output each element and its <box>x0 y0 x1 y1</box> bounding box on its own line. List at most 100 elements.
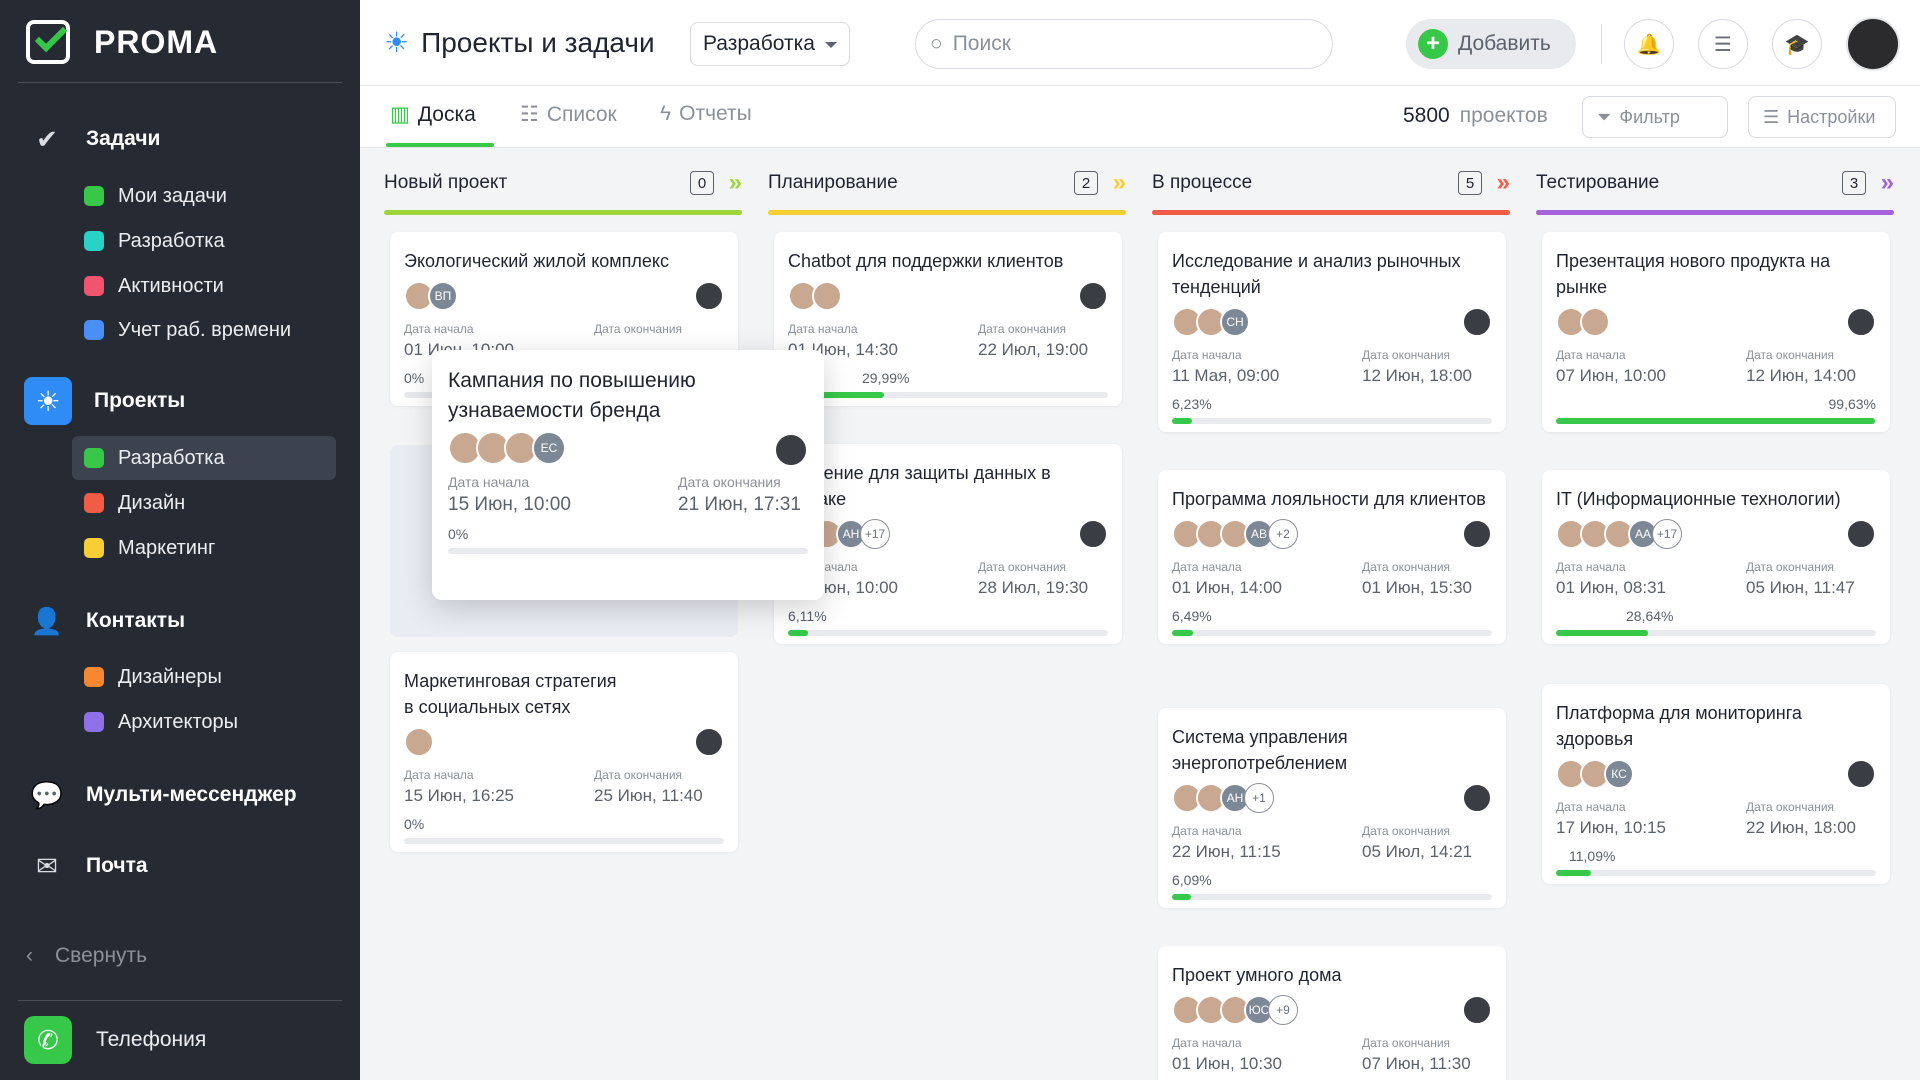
more-assignees-badge: +2 <box>1268 519 1298 549</box>
project-card[interactable]: Система управления энергопотреблением АН +… <box>1158 708 1506 908</box>
start-date-value: 15 Июн, 10:00 <box>448 494 571 515</box>
project-card[interactable]: Исследование и анализ рыночных тенденций… <box>1158 232 1506 432</box>
card-title: Система управления энергопотреблением <box>1172 727 1348 773</box>
card-assignees: КС <box>1556 758 1876 790</box>
card-progress: 6,09% <box>1172 870 1492 908</box>
start-date-label: Дата начала <box>1172 824 1242 838</box>
card-progress: 6,11% <box>788 606 1108 644</box>
more-assignees-badge: +9 <box>1268 995 1298 1025</box>
bell-icon[interactable]: 🔔 <box>1624 19 1674 69</box>
settings-button[interactable]: ☰ Настройки <box>1748 96 1896 138</box>
bulb-icon: ☀ <box>24 377 72 425</box>
card-assignees <box>1556 306 1876 338</box>
project-card[interactable]: Проект умного дома ЮС +9 Дата начала 01 Июн,… <box>1158 946 1506 1080</box>
project-card[interactable]: IT (Информационные технологии) АА +17 Дата … <box>1542 470 1890 644</box>
owner-avatar <box>1846 307 1876 337</box>
end-date-value: 01 Июн, 15:30 <box>1362 578 1472 597</box>
project-card[interactable]: Программа лояльности для клиентов АВ +2 Дат… <box>1158 470 1506 644</box>
card-assignees: ВП <box>404 280 724 312</box>
card-title: Chatbot для поддержки клиентов <box>788 251 1064 271</box>
nav-tasks[interactable]: ✔ Задачи <box>30 122 160 156</box>
graduation-cap-icon[interactable]: 🎓 <box>1772 19 1822 69</box>
card-progress: 6,49% <box>1172 606 1492 644</box>
end-date-label: Дата окончания <box>978 560 1067 574</box>
card-progress: 28,64% <box>1556 606 1876 644</box>
card-dates: Дата начала 01 Июн, 10:30 Дата окончания 07… <box>1172 1036 1492 1074</box>
sidebar-item-label: Учет раб. времени <box>118 318 292 341</box>
card-dates: Дата начала 11 Мая, 09:00 Дата окончания 12… <box>1172 348 1492 386</box>
filter-icon: ⏷ <box>1597 106 1612 127</box>
collapse-label: Свернуть <box>55 944 148 967</box>
column-title: В процессе <box>1152 172 1253 193</box>
card-dates: Дата начала 17 Июн, 10:15 Дата окончания 22… <box>1556 800 1876 838</box>
sidebar-item-designers[interactable]: Дизайнеры <box>72 655 336 699</box>
project-card[interactable]: Chatbot для поддержки клиентов Дата начал… <box>774 232 1122 406</box>
tab-label: Список <box>546 102 617 126</box>
nav-messenger[interactable]: 💬 Мульти-мессенджер <box>30 778 297 812</box>
start-date-value: 07 Июн, 10:00 <box>1556 366 1666 385</box>
card-title: Маркетинговая стратегия в социальных сет… <box>404 671 617 717</box>
sidebar-item-activities[interactable]: Активности <box>72 264 336 308</box>
start-date-label: Дата начала <box>1172 348 1242 362</box>
dragging-card[interactable]: Кампания по повышению узнаваемости бренд… <box>432 350 824 600</box>
notes-icon[interactable]: ☰ <box>1698 19 1748 69</box>
project-card[interactable]: Платформа для мониторинга здоровья КС Дата… <box>1542 684 1890 884</box>
add-button[interactable]: + Добавить <box>1406 19 1576 69</box>
end-date-label: Дата окончания <box>978 322 1067 336</box>
user-avatar[interactable] <box>1846 17 1900 71</box>
progress-value: 0% <box>448 526 469 542</box>
column-title: Тестирование <box>1536 172 1660 193</box>
end-date-label: Дата окончания <box>1362 348 1451 362</box>
nav-mail[interactable]: ✉ Почта <box>30 849 147 883</box>
sidebar-item-architects[interactable]: Архитекторы <box>72 700 336 744</box>
tab-board[interactable]: ▥ Доска <box>390 102 476 127</box>
tab-reports[interactable]: ϟ Отчеты <box>660 102 752 126</box>
sidebar-item-label: Мои задачи <box>118 184 227 207</box>
sidebar-item-design[interactable]: Дизайн <box>72 481 336 525</box>
collapse-button[interactable]: ‹ Свернуть <box>26 944 147 968</box>
project-card[interactable]: Презентация нового продукта на рынке Дата… <box>1542 232 1890 432</box>
color-dot <box>84 667 104 687</box>
column-color-bar <box>768 210 1126 215</box>
progress-fill <box>1172 418 1192 424</box>
app-logo[interactable]: PROMA <box>26 19 218 64</box>
start-date-label: Дата начала <box>404 322 474 336</box>
project-card[interactable]: Решение для защиты данных в облаке АН+17 Д… <box>774 444 1122 644</box>
card-dates: Дата начала 07 Июн, 10:00 Дата окончания 12… <box>1556 348 1876 386</box>
search-input[interactable]: ○ Поиск <box>915 19 1333 69</box>
tab-list[interactable]: ☷ Список <box>520 102 617 127</box>
page-title: ☀ Проекты и задачи <box>384 26 655 59</box>
telephony-button[interactable]: ✆ Телефония <box>24 1016 206 1064</box>
sidebar-item-my-tasks[interactable]: Мои задачи <box>72 174 336 218</box>
double-chevron-right-icon[interactable]: » <box>1881 169 1894 197</box>
sidebar-item-label: Разработка <box>118 229 225 252</box>
telephony-label: Телефония <box>96 1028 207 1051</box>
progress-value: 29,99% <box>862 370 910 386</box>
sidebar-item-marketing[interactable]: Маркетинг <box>72 526 336 570</box>
card-assignees: АН +17 <box>788 518 1108 550</box>
filter-button[interactable]: ⏷ Фильтр <box>1582 96 1728 138</box>
page-title-text: Проекты и задачи <box>421 26 655 58</box>
card-title: Программа лояльности для клиентов <box>1172 489 1486 509</box>
end-date-label: Дата окончания <box>1362 560 1451 574</box>
progress-fill <box>788 630 808 636</box>
project-select[interactable]: Разработка <box>690 22 850 66</box>
nav-contacts[interactable]: 👤 Контакты <box>30 604 185 638</box>
column-count-badge: 3 <box>1842 171 1866 195</box>
column-header: Планирование 2 » <box>768 169 1126 197</box>
card-dates: Дата начала27 Июн, 10:00Дата окончания28… <box>788 560 1108 598</box>
project-card[interactable]: Маркетинговая стратегия в социальных сет… <box>390 652 738 852</box>
sidebar-item-development-tasks[interactable]: Разработка <box>72 219 336 263</box>
board-column: Планирование 2 » Chatbot для поддержки клие… <box>744 148 1126 1080</box>
board-icon: ▥ <box>390 103 410 126</box>
double-chevron-right-icon[interactable]: » <box>1497 169 1510 197</box>
caret-down-icon <box>825 42 837 48</box>
double-chevron-right-icon[interactable]: » <box>729 169 742 197</box>
sidebar-item-development[interactable]: Разработка <box>72 436 336 480</box>
sidebar-item-time-tracking[interactable]: Учет раб. времени <box>72 308 336 352</box>
end-date-value: 25 Июн, 11:40 <box>594 786 703 805</box>
board-column: В процессе 5 » Исследование и анализ рыночн… <box>1128 148 1510 1080</box>
sliders-icon: ☰ <box>1763 106 1780 127</box>
nav-projects[interactable]: ☀ Проекты <box>24 377 185 425</box>
double-chevron-right-icon[interactable]: » <box>1113 169 1126 197</box>
